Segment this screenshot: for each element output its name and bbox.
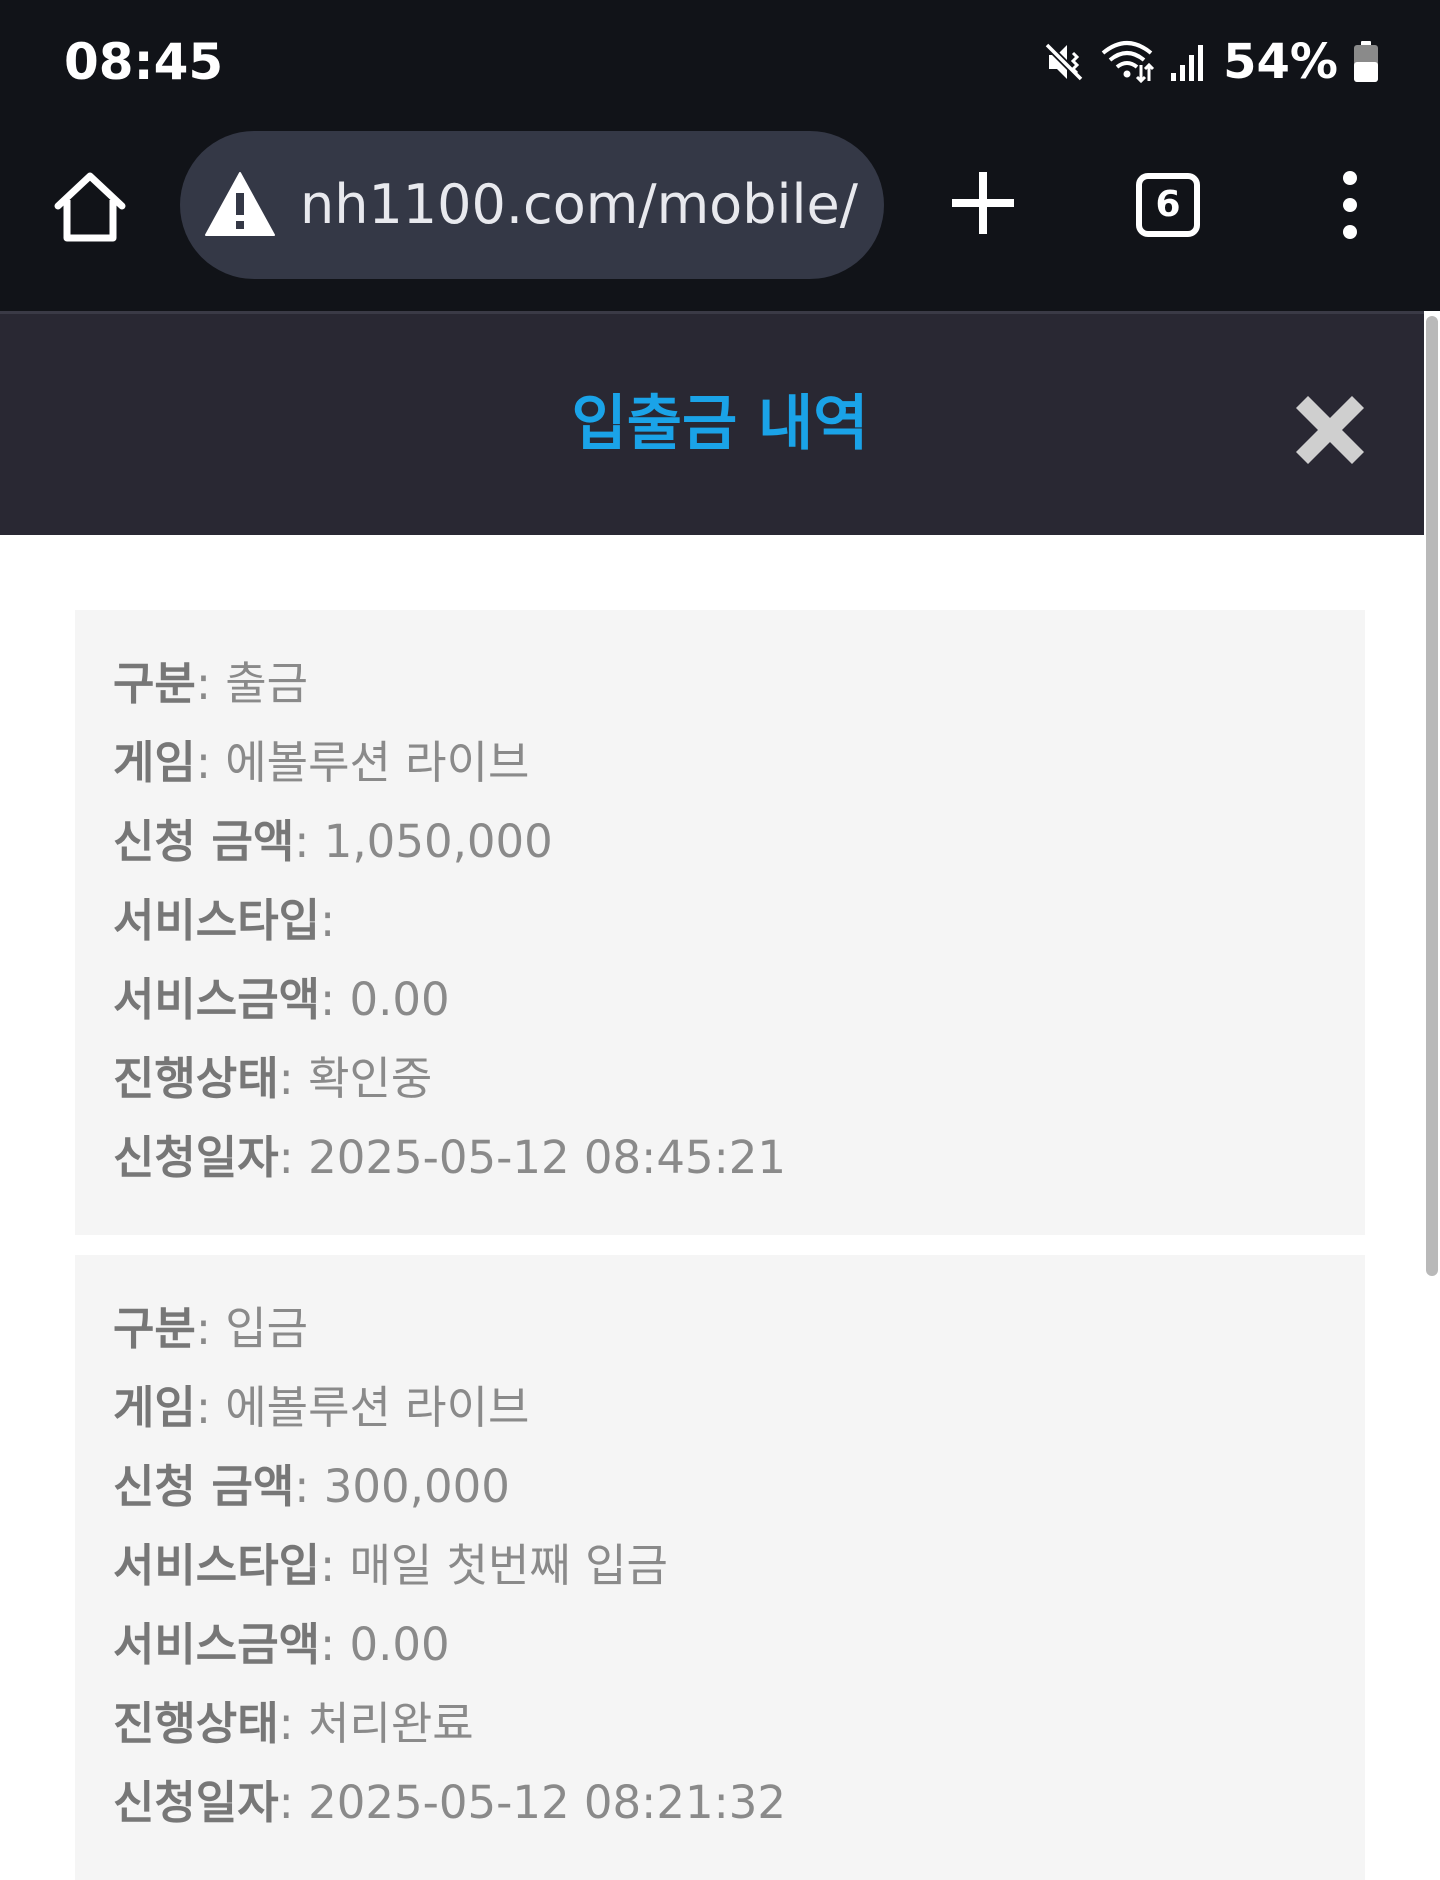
field-service-amount: 서비스금액: 0.00 (113, 973, 450, 1026)
field-label: 게임 (113, 1381, 196, 1434)
field-label: 신청 금액 (113, 1460, 295, 1513)
transaction-card: 구분: 입금 게임: 에볼루션 라이브 신청 금액: 300,000 서비스타입… (75, 1255, 1365, 1880)
field-label: 구분 (113, 657, 196, 710)
field-value: 1,050,000 (323, 815, 553, 868)
tabs-button[interactable]: 6 (1136, 173, 1200, 237)
field-amount: 신청 금액: 300,000 (113, 1460, 510, 1513)
field-value: 확인중 (308, 1052, 433, 1105)
warning-icon[interactable] (204, 169, 276, 241)
field-label: 신청 금액 (113, 815, 295, 868)
field-service-type: 서비스타입: (113, 894, 336, 947)
modal-header: 입출금 내역 (0, 311, 1440, 535)
field-label: 진행상태 (113, 1697, 279, 1750)
field-value: 에볼루션 라이브 (225, 1381, 530, 1434)
battery-icon (1354, 41, 1378, 82)
plus-icon[interactable] (950, 170, 1016, 236)
field-label: 게임 (113, 736, 196, 789)
battery-percent: 54% (1223, 34, 1338, 90)
transaction-fields: 구분: 입금 게임: 에볼루션 라이브 신청 금액: 300,000 서비스타입… (113, 1289, 786, 1842)
home-icon[interactable] (50, 168, 130, 248)
more-vertical-icon[interactable] (1330, 170, 1370, 240)
field-label: 신청일자 (113, 1776, 279, 1829)
field-date: 신청일자: 2025-05-12 08:45:21 (113, 1131, 787, 1184)
field-value: 2025-05-12 08:45:21 (308, 1131, 787, 1184)
modal-title: 입출금 내역 (571, 389, 869, 459)
field-value: 출금 (225, 657, 309, 710)
scrollbar-thumb[interactable] (1426, 316, 1438, 1276)
field-value: 0.00 (349, 973, 450, 1026)
transaction-card: 구분: 출금 게임: 에볼루션 라이브 신청 금액: 1,050,000 서비스… (75, 610, 1365, 1235)
screen: 08:45 54% nh1100.com/mobile/# 6 입출금 내역 구… (0, 0, 1440, 1880)
field-label: 서비스금액 (113, 1618, 321, 1671)
signal-icon (1171, 45, 1204, 81)
field-amount: 신청 금액: 1,050,000 (113, 815, 553, 868)
field-date: 신청일자: 2025-05-12 08:21:32 (113, 1776, 787, 1829)
field-service-amount: 서비스금액: 0.00 (113, 1618, 450, 1671)
wifi-icon (1101, 41, 1155, 84)
field-label: 구분 (113, 1302, 196, 1355)
close-icon[interactable] (1296, 396, 1364, 464)
field-service-type: 서비스타입: 매일 첫번째 입금 (113, 1539, 668, 1592)
field-status: 진행상태: 확인중 (113, 1052, 433, 1105)
field-label: 서비스타입 (113, 894, 321, 947)
field-value: 처리완료 (308, 1697, 474, 1750)
field-value: 2025-05-12 08:21:32 (308, 1776, 787, 1829)
field-label: 서비스금액 (113, 973, 321, 1026)
vibrate-off-icon (1044, 42, 1084, 82)
field-value: 입금 (225, 1302, 309, 1355)
status-time: 08:45 (64, 33, 224, 91)
transaction-fields: 구분: 출금 게임: 에볼루션 라이브 신청 금액: 1,050,000 서비스… (113, 644, 786, 1197)
field-type: 구분: 출금 (113, 657, 309, 710)
field-type: 구분: 입금 (113, 1302, 309, 1355)
field-value: 300,000 (323, 1460, 510, 1513)
status-icons: 54% (1043, 32, 1380, 92)
field-value: 에볼루션 라이브 (225, 736, 530, 789)
field-game: 게임: 에볼루션 라이브 (113, 1381, 530, 1434)
field-value: 매일 첫번째 입금 (349, 1539, 668, 1592)
field-game: 게임: 에볼루션 라이브 (113, 736, 530, 789)
field-label: 신청일자 (113, 1131, 279, 1184)
browser-chrome: 08:45 54% nh1100.com/mobile/# 6 (0, 0, 1440, 311)
field-value: 0.00 (349, 1618, 450, 1671)
url-text[interactable]: nh1100.com/mobile/# (300, 131, 860, 279)
field-status: 진행상태: 처리완료 (113, 1697, 474, 1750)
address-bar[interactable]: nh1100.com/mobile/# (180, 131, 884, 279)
field-label: 진행상태 (113, 1052, 279, 1105)
field-label: 서비스타입 (113, 1539, 321, 1592)
